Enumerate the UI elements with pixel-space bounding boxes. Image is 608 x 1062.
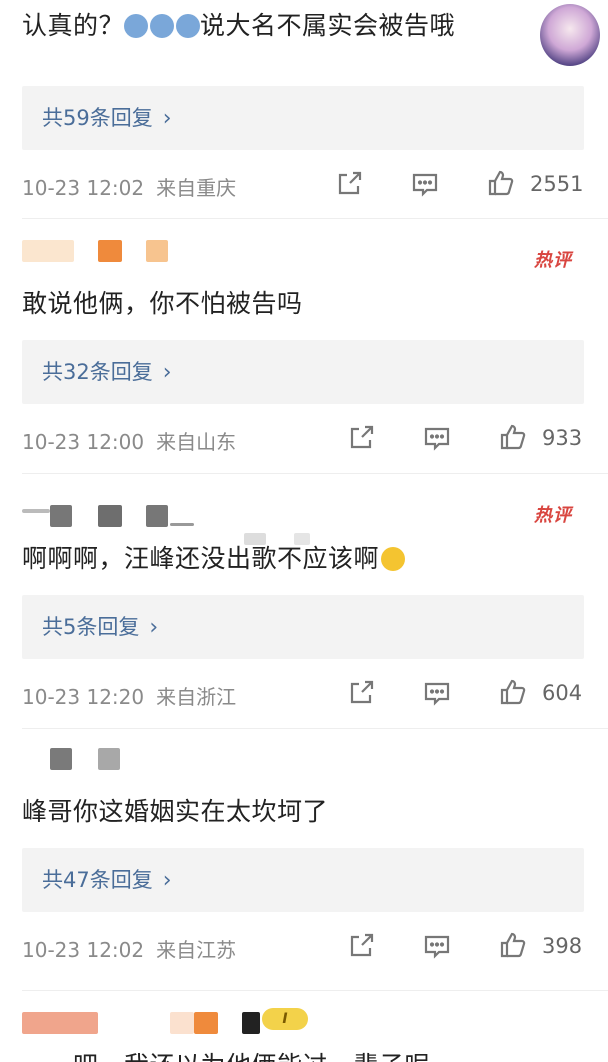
comment-meta: 10-23 12:02 来自江苏 <box>22 934 236 963</box>
comment-text: ……吧，我还以为他俩能过一辈子呢 <box>22 1046 430 1062</box>
like-icon[interactable] <box>498 930 528 960</box>
location: 来自浙江 <box>156 685 237 709</box>
comment-text: 峰哥你这婚姻实在太坎坷了 <box>22 797 329 826</box>
like-count: 2551 <box>530 172 584 196</box>
view-replies-button[interactable]: 共5条回复 › <box>22 595 584 659</box>
avatar[interactable] <box>540 4 600 66</box>
like-count: 933 <box>542 426 583 450</box>
comment-icon[interactable] <box>410 169 440 199</box>
share-icon[interactable] <box>346 678 376 708</box>
comment-item: I ……吧，我还以为他俩能过一辈子呢 <box>0 990 608 1062</box>
timestamp: 10-23 12:02 <box>22 938 145 962</box>
location: 来自山东 <box>156 430 237 454</box>
share-icon[interactable] <box>334 169 364 199</box>
comment-icon[interactable] <box>422 678 452 708</box>
comment-text: 敢说他俩，你不怕被告吗 <box>22 289 303 318</box>
shocked-emoji-icon <box>381 547 406 571</box>
chevron-right-icon: › <box>149 615 159 640</box>
comment-text: 认真的？ 说大名不属实会被告哦 <box>22 11 456 40</box>
like-icon[interactable] <box>498 677 528 707</box>
comment-meta: 10-23 12:20 来自浙江 <box>22 681 236 710</box>
like-icon[interactable] <box>486 168 516 198</box>
comment-item: 热评 敢说他俩，你不怕被告吗 共32条回复 › 10-23 12:00 来自山东 9… <box>0 218 608 473</box>
share-icon[interactable] <box>346 931 376 961</box>
comment-item: 峰哥你这婚姻实在太坎坷了 共47条回复 › 10-23 12:02 来自江苏 398 <box>0 728 608 983</box>
timestamp: 10-23 12:00 <box>22 430 145 454</box>
chevron-right-icon: › <box>162 106 172 131</box>
like-count: 604 <box>542 681 583 705</box>
comment-text: 啊啊啊，汪峰还没出歌不应该啊 <box>22 539 406 575</box>
comment-icon[interactable] <box>422 931 452 961</box>
view-replies-button[interactable]: 共47条回复 › <box>22 848 584 912</box>
comment-icon[interactable] <box>422 423 452 453</box>
share-icon[interactable] <box>346 423 376 453</box>
comment-meta: 10-23 12:00 来自山东 <box>22 426 236 455</box>
comment-meta: 10-23 12:02 来自重庆 <box>22 172 236 201</box>
laugh-emoji-icon <box>124 11 201 40</box>
hot-comment-badge: 热评 <box>534 250 572 271</box>
timestamp: 10-23 12:20 <box>22 685 145 709</box>
chevron-right-icon: › <box>162 360 172 385</box>
location: 来自重庆 <box>156 176 237 200</box>
view-replies-button[interactable]: 共59条回复 › <box>22 86 584 150</box>
level-badge: I <box>262 1008 308 1030</box>
timestamp: 10-23 12:02 <box>22 176 145 200</box>
view-replies-button[interactable]: 共32条回复 › <box>22 340 584 404</box>
comment-item: 热评 啊啊啊，汪峰还没出歌不应该啊 共5条回复 › 10-23 12:20 来自浙江… <box>0 473 608 728</box>
like-count: 398 <box>542 934 583 958</box>
like-icon[interactable] <box>498 422 528 452</box>
comment-item: 认真的？ 说大名不属实会被告哦 共59条回复 › 10-23 12:02 来自重庆 2… <box>0 0 608 218</box>
location: 来自江苏 <box>156 938 237 962</box>
hot-comment-badge: 热评 <box>534 505 572 526</box>
chevron-right-icon: › <box>162 868 172 893</box>
